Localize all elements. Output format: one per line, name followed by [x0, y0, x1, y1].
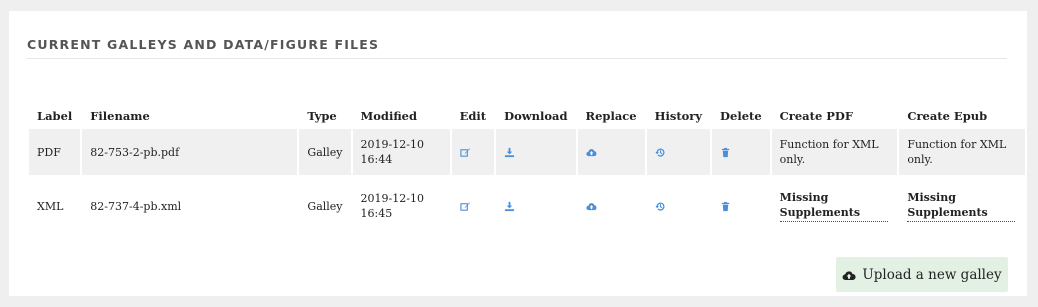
edit-icon[interactable] — [459, 147, 471, 158]
cell-modified: 2019-12-10 16:44 — [352, 129, 450, 175]
cell-filename: 82-737-4-pb.xml — [82, 175, 298, 237]
cell-type: Galley — [299, 175, 351, 237]
cell-label: XML — [29, 175, 81, 237]
cell-edit — [451, 175, 495, 237]
cell-create-pdf: Function for XML only. — [771, 129, 898, 175]
column-header-edit: Edit — [459, 109, 487, 123]
table-row: PDF 82-753-2-pb.pdf Galley 2019-12-10 16… — [29, 129, 1025, 175]
cell-create-epub: Missing Supplements — [899, 175, 1025, 237]
column-header-type: Type — [307, 109, 337, 123]
column-header-filename: Filename — [90, 109, 150, 123]
column-header-create-pdf: Create PDF — [779, 109, 854, 123]
divider — [27, 58, 1007, 59]
cell-download — [496, 175, 576, 237]
cloud-upload-icon[interactable] — [585, 201, 597, 212]
table-header-row: Label Filename Type Modified Edit Downlo… — [29, 103, 1025, 129]
galleys-panel: CURRENT GALLEYS AND DATA/FIGURE FILES La… — [9, 11, 1027, 296]
cell-modified: 2019-12-10 16:45 — [352, 175, 450, 237]
cloud-upload-icon[interactable] — [585, 147, 597, 158]
history-icon[interactable] — [655, 201, 666, 212]
section-title: CURRENT GALLEYS AND DATA/FIGURE FILES — [27, 37, 380, 52]
cell-create-epub: Function for XML only. — [899, 129, 1025, 175]
column-header-create-epub: Create Epub — [907, 109, 988, 123]
column-header-download: Download — [504, 109, 568, 123]
upload-galley-label: Upload a new galley — [862, 266, 1002, 283]
cell-type: Galley — [299, 129, 351, 175]
cell-delete — [712, 129, 770, 175]
edit-icon[interactable] — [459, 201, 471, 212]
cell-filename: 82-753-2-pb.pdf — [82, 129, 298, 175]
modified-time: 16:45 — [360, 207, 393, 220]
column-header-history: History — [654, 109, 703, 123]
modified-time: 16:44 — [360, 153, 393, 166]
column-header-replace: Replace — [585, 109, 637, 123]
modified-date: 2019-12-10 — [360, 138, 424, 151]
cell-create-pdf: Missing Supplements — [771, 175, 898, 237]
trash-icon[interactable] — [720, 147, 731, 158]
cell-replace — [577, 175, 645, 237]
column-header-delete: Delete — [720, 109, 762, 123]
cell-replace — [577, 129, 645, 175]
cloud-upload-icon — [842, 269, 856, 281]
cell-label: PDF — [29, 129, 81, 175]
trash-icon[interactable] — [720, 201, 731, 212]
modified-date: 2019-12-10 — [360, 192, 424, 205]
download-icon[interactable] — [504, 201, 515, 212]
history-icon[interactable] — [655, 147, 666, 158]
cell-edit — [451, 129, 495, 175]
download-icon[interactable] — [504, 147, 515, 158]
cell-download — [496, 129, 576, 175]
galleys-table: Label Filename Type Modified Edit Downlo… — [27, 103, 1027, 237]
column-header-modified: Modified — [360, 109, 418, 123]
upload-galley-button[interactable]: Upload a new galley — [836, 257, 1008, 292]
cell-delete — [712, 175, 770, 237]
missing-supplements-pdf[interactable]: Missing Supplements — [779, 190, 888, 222]
table-row: XML 82-737-4-pb.xml Galley 2019-12-10 16… — [29, 175, 1025, 237]
column-header-label: Label — [37, 109, 73, 123]
cell-history — [646, 175, 711, 237]
missing-supplements-epub[interactable]: Missing Supplements — [907, 190, 1016, 222]
cell-history — [646, 129, 711, 175]
